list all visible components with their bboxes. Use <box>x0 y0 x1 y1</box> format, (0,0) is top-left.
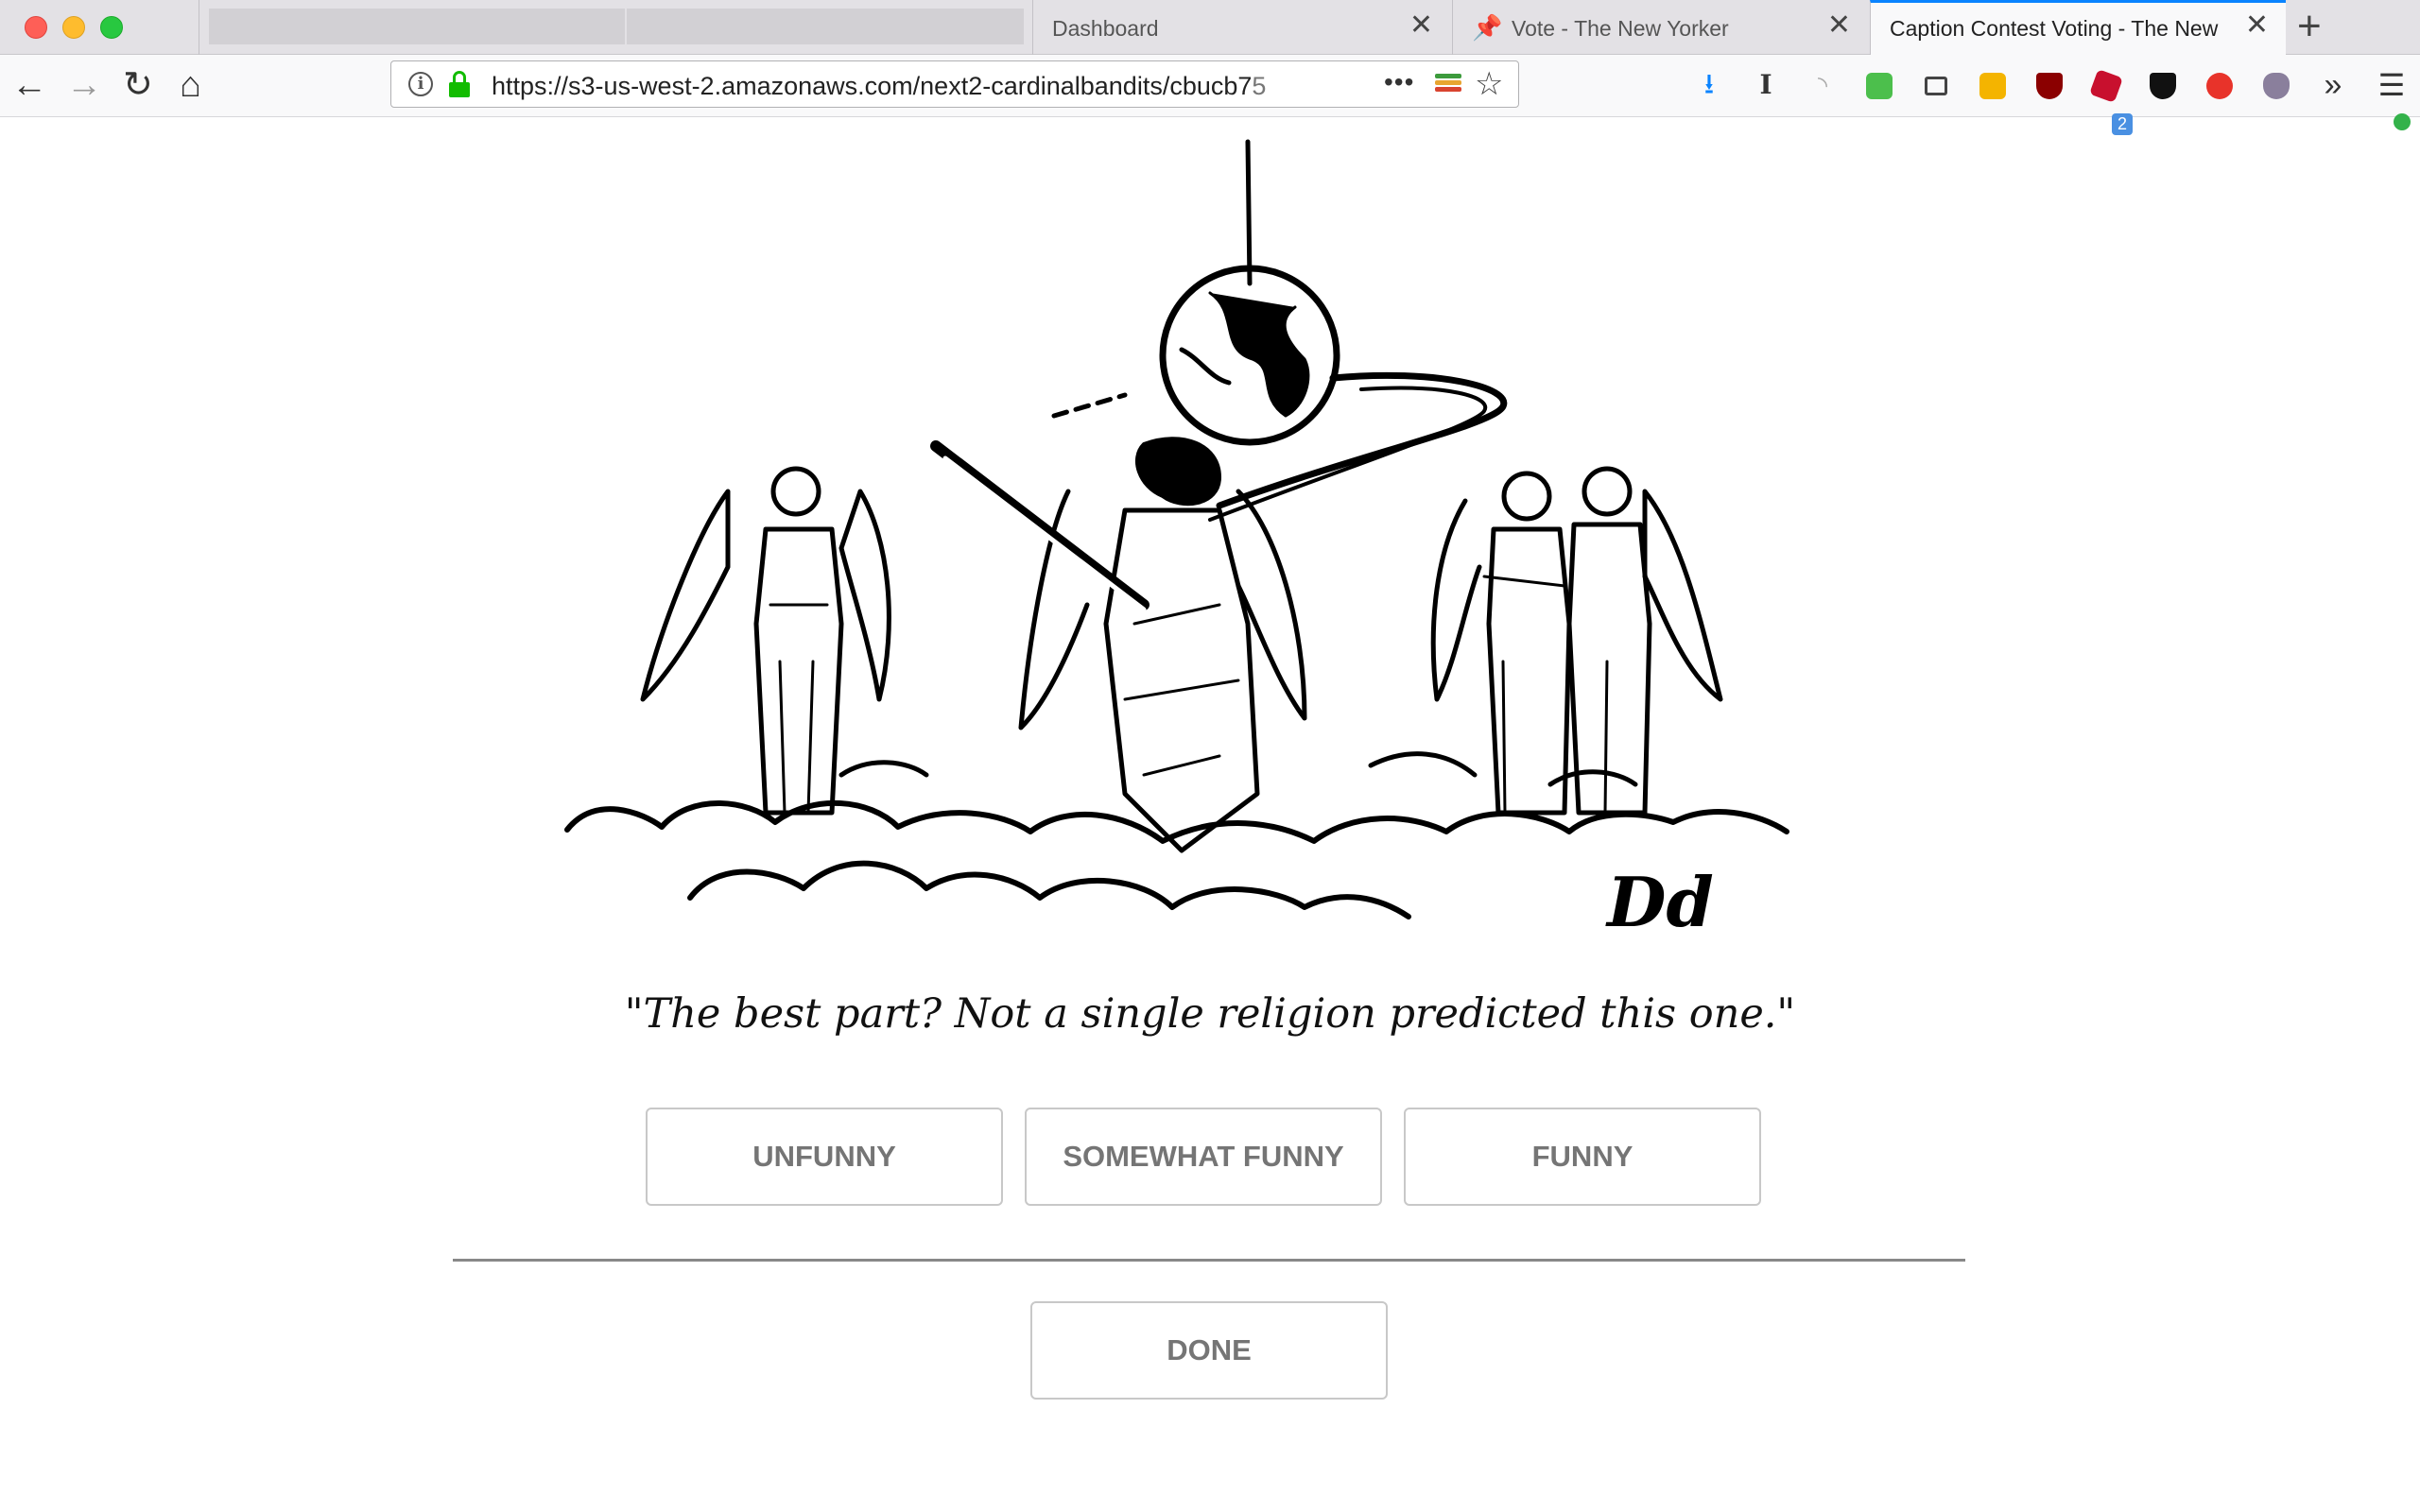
pushpin-icon: 📌 <box>1472 13 1503 42</box>
extension-badge: 2 <box>2112 113 2134 135</box>
done-button[interactable]: DONE <box>1030 1301 1388 1400</box>
tab-blank[interactable] <box>199 0 1030 55</box>
lock-extension-icon[interactable] <box>1972 64 2014 106</box>
tab-placeholder <box>209 9 625 44</box>
sidebar-icon[interactable] <box>1915 64 1957 106</box>
forward-arrow-icon[interactable]: → <box>66 64 102 106</box>
text-cursor-icon[interactable]: I <box>1745 64 1787 106</box>
tab-title: Caption Contest Voting - The New <box>1890 16 2219 41</box>
page-actions-icon[interactable]: ••• <box>1384 67 1414 97</box>
info-icon[interactable]: i <box>408 72 433 96</box>
url-faded: 5 <box>1252 72 1267 100</box>
close-icon[interactable]: ✕ <box>1827 11 1851 40</box>
green-extension-icon[interactable] <box>1858 64 1900 106</box>
overflow-chevrons-icon[interactable]: » <box>2312 64 2354 106</box>
reload-icon[interactable]: ↻ <box>123 64 153 106</box>
cartoon-image: Dd <box>564 139 1789 942</box>
url-bar[interactable]: i https://s3-us-west-2.amazonaws.com/nex… <box>390 60 1519 108</box>
download-icon[interactable]: ⭳ <box>1688 64 1730 106</box>
unfunny-button[interactable]: UNFUNNY <box>646 1108 1003 1206</box>
window-close-button[interactable] <box>25 16 47 39</box>
home-icon[interactable]: ⌂ <box>180 64 201 106</box>
navigation-toolbar: ← → ↻ ⌂ i https://s3-us-west-2.amazonaws… <box>0 55 2420 135</box>
cartoon-caption: "The best part? Not a single religion pr… <box>624 990 1796 1038</box>
dice-icon[interactable] <box>2085 64 2127 106</box>
url-text[interactable]: https://s3-us-west-2.amazonaws.com/next2… <box>492 72 1342 101</box>
close-icon[interactable]: ✕ <box>2245 11 2269 40</box>
tab-placeholder <box>627 9 1024 44</box>
url-main: https://s3-us-west-2.amazonaws.com/next2… <box>492 72 1253 100</box>
tab-title: Vote - The New Yorker <box>1512 16 1729 41</box>
tab-strip: Dashboard ✕ 📌 Vote - The New Yorker ✕ Ca… <box>0 0 2420 55</box>
w-shield-icon[interactable] <box>2142 64 2184 106</box>
plus-icon[interactable]: + <box>2297 6 2322 47</box>
cartoonist-signature: Dd <box>1605 862 1714 942</box>
lock-icon[interactable] <box>448 71 471 97</box>
funny-button[interactable]: FUNNY <box>1404 1108 1761 1206</box>
tab-caption-contest-active[interactable]: Caption Contest Voting - The New ✕ <box>1870 0 2286 55</box>
back-arrow-icon[interactable]: ← <box>11 64 47 106</box>
tab-vote-new-yorker[interactable]: 📌 Vote - The New Yorker ✕ <box>1452 0 1868 55</box>
somewhat-funny-button[interactable]: SOMEWHAT FUNNY <box>1025 1108 1382 1206</box>
divider <box>453 1259 1965 1262</box>
ublock-icon[interactable] <box>2029 64 2070 106</box>
tab-dashboard[interactable]: Dashboard ✕ <box>1032 0 1450 55</box>
close-icon[interactable]: ✕ <box>1409 11 1433 40</box>
tab-title: Dashboard <box>1052 16 1159 41</box>
update-indicator <box>2394 113 2411 130</box>
window-minimize-button[interactable] <box>62 16 85 39</box>
reader-stripes-icon[interactable] <box>1435 74 1461 96</box>
cat-icon[interactable] <box>2256 64 2297 106</box>
red-circle-icon[interactable] <box>2199 64 2240 106</box>
rss-icon[interactable]: ◝ <box>1802 64 1843 106</box>
window-maximize-button[interactable] <box>100 16 123 39</box>
hamburger-menu-icon[interactable]: ☰ <box>2371 64 2412 106</box>
bookmark-star-icon[interactable]: ☆ <box>1475 65 1503 103</box>
